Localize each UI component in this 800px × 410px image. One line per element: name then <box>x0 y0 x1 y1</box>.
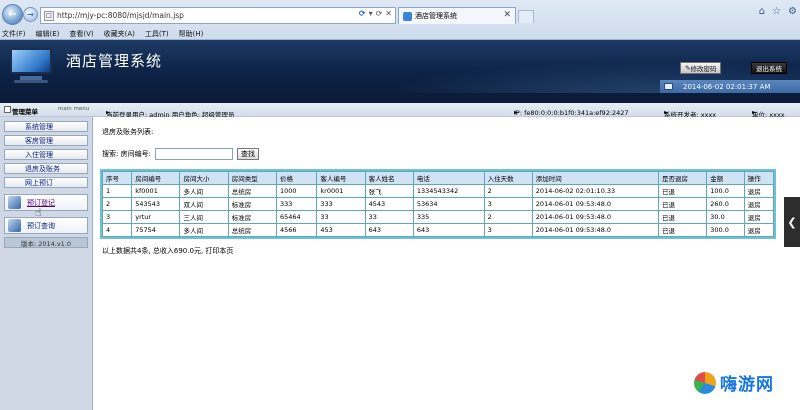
watermark-text: 嗨游网 <box>720 375 774 395</box>
col-header: 价格 <box>275 171 318 185</box>
sidebar-subtitle: main menu <box>58 106 90 112</box>
table-row: 1 kf0001 多人间 总统房 1000 kr0001 张飞 13345433… <box>101 184 775 198</box>
checkout-link[interactable]: 退房 <box>743 210 775 224</box>
col-header: 金额 <box>706 171 745 185</box>
dropdown-icon[interactable]: ▾ <box>369 9 373 18</box>
section-title: 退房及账务列表: <box>102 128 154 136</box>
datetime-bar: 2014-06-02 02:01:37 AM <box>660 80 800 93</box>
col-header: 入住天数 <box>483 171 533 185</box>
refresh-icon[interactable]: ⟳ <box>376 9 383 18</box>
table-row: 4 75754 多人间 总统房 4566 453 643 643 3 2014-… <box>101 223 775 237</box>
sidebar-item-booking-query[interactable]: 预订查询 <box>4 217 88 234</box>
menu-box-icon <box>4 106 11 113</box>
chevron-left-icon[interactable]: ❮ <box>784 197 800 247</box>
address-bar[interactable]: □ http://mjy-pc:8080/mjsjd/main.jsp ⟳ ▾ … <box>40 7 396 24</box>
sidebar-title: 管理菜单 <box>12 108 38 116</box>
app-header: 酒店管理系统 ✎ 修改密码 退出系统 2014-06-02 02:01:37 A… <box>0 40 800 93</box>
col-header: 是否退房 <box>658 171 708 185</box>
favorites-icon[interactable]: ☆ <box>772 6 781 17</box>
col-header: 客人编号 <box>316 171 366 185</box>
monitor-icon <box>664 83 673 90</box>
menu-tools[interactable]: 工具(T) <box>145 29 169 39</box>
back-icon[interactable]: ← <box>2 4 23 25</box>
home-icon[interactable]: ⌂ <box>759 6 765 17</box>
menu-view[interactable]: 查看(V) <box>69 29 93 39</box>
sidebar-item-booking-register[interactable]: 预订登记 <box>4 194 88 211</box>
search-button[interactable]: 查找 <box>236 148 259 160</box>
table-row: 2 543543 双人间 标准房 333 333 4543 53634 3 20… <box>101 197 775 211</box>
menu-help[interactable]: 帮助(H) <box>179 29 204 39</box>
sidebar-item-online-booking[interactable]: 网上预订 <box>4 177 88 188</box>
header-bottom-strip-left <box>0 93 92 103</box>
col-header: 房间类型 <box>227 171 277 185</box>
tab-favicon-icon <box>403 11 412 21</box>
page-icon: □ <box>44 10 54 21</box>
col-header: 添加时间 <box>531 171 660 185</box>
booking-icon <box>8 196 21 209</box>
address-url[interactable]: http://mjy-pc:8080/mjsjd/main.jsp <box>57 11 184 20</box>
watermark-logo-icon <box>694 371 716 394</box>
browser-toolbar-icons: ⌂ ☆ ⚙ <box>759 6 797 17</box>
col-header: 序号 <box>101 171 133 185</box>
sidebar-item-rooms[interactable]: 客房管理 <box>4 135 88 146</box>
menu-file[interactable]: 文件(F) <box>2 29 26 39</box>
stop-icon[interactable]: ✕ <box>385 9 392 18</box>
sidebar-item-checkin[interactable]: 入住管理 <box>4 149 88 160</box>
menu-edit[interactable]: 编辑(E) <box>36 29 60 39</box>
address-tools: ⟳ ▾ ⟳ ✕ <box>359 9 392 18</box>
change-password-button[interactable]: ✎ 修改密码 <box>680 62 722 74</box>
query-icon <box>8 219 21 232</box>
compat-view-icon[interactable]: ⟳ <box>359 9 366 18</box>
tab-title: 酒店管理系统 <box>415 12 457 20</box>
col-header: 房间编号 <box>131 171 181 185</box>
checkout-table: 序号 房间编号 房间大小 房间类型 价格 客人编号 客人姓名 电话 入住天数 添… <box>100 169 776 239</box>
search-label: 搜索: 房间编号: <box>102 150 151 158</box>
settings-icon[interactable]: ⚙ <box>788 6 797 17</box>
browser-chrome: ← → □ http://mjy-pc:8080/mjsjd/main.jsp … <box>0 0 800 40</box>
col-header: 房间大小 <box>179 171 229 185</box>
search-row: 搜索: 房间编号: 查找 <box>102 148 259 160</box>
main-content: 退房及账务列表: 搜索: 房间编号: 查找 序号 房间编号 房间大小 房间类型 … <box>92 117 800 410</box>
checkout-link[interactable]: 退房 <box>743 184 775 198</box>
table-row: 3 yrtur 三人间 标准房 65464 33 33 335 2 2014-0… <box>101 210 775 224</box>
new-tab-button[interactable] <box>518 10 534 23</box>
version-label: 版本: 2014.v1.0 <box>4 237 88 248</box>
app-title: 酒店管理系统 <box>66 52 163 70</box>
header-bottom-strip <box>92 93 800 103</box>
checkout-link[interactable]: 退房 <box>743 197 775 211</box>
table-header-row: 序号 房间编号 房间大小 房间类型 价格 客人编号 客人姓名 电话 入住天数 添… <box>101 171 775 185</box>
room-number-search-input[interactable] <box>154 148 233 160</box>
watermark: 嗨游网 <box>694 370 774 395</box>
col-header: 客人姓名 <box>364 171 414 185</box>
hand-cursor-icon: ☝ <box>35 206 42 219</box>
logout-button[interactable]: 退出系统 <box>751 62 787 74</box>
monitor-logo-icon <box>6 46 56 86</box>
datetime-text: 2014-06-02 02:01:37 AM <box>683 82 771 91</box>
browser-tab[interactable]: 酒店管理系统 ✕ <box>398 7 516 24</box>
menu-bar: 文件(F) 编辑(E) 查看(V) 收藏夹(A) 工具(T) 帮助(H) <box>0 28 800 40</box>
table-summary: 以上数据共4条, 总收入690.0元, 打印本页 <box>102 247 234 255</box>
sidebar: 系统管理 客房管理 入住管理 退房及账务 网上预订 预订登记 预订查询 版本: … <box>0 117 92 410</box>
col-header: 操作 <box>743 171 775 185</box>
sidebar-item-checkout[interactable]: 退房及账务 <box>4 163 88 174</box>
col-header: 电话 <box>412 171 485 185</box>
menu-favorites[interactable]: 收藏夹(A) <box>104 29 135 39</box>
tab-close-icon[interactable]: ✕ <box>503 10 511 20</box>
forward-icon[interactable]: → <box>23 7 38 22</box>
info-bar: 管理菜单 main menu ► 当前登录用户: admin 用户角色: 超级管… <box>0 103 800 119</box>
sidebar-item-system[interactable]: 系统管理 <box>4 121 88 132</box>
checkout-link[interactable]: 退房 <box>743 223 775 237</box>
